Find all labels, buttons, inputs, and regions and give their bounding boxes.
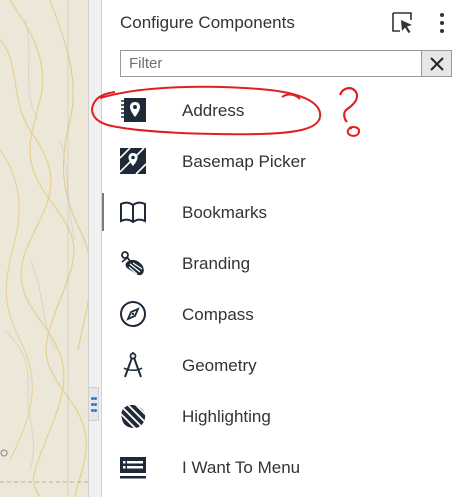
address-icon <box>121 98 146 122</box>
components-list: Address Basemap Picker Bookmarks Brandin… <box>102 85 454 493</box>
configure-components-panel: Configure Components Add <box>102 0 454 497</box>
component-label: Bookmarks <box>182 203 268 222</box>
select-cursor-button[interactable] <box>390 10 416 36</box>
branding-icon <box>121 251 144 276</box>
component-label: I Want To Menu <box>182 458 301 477</box>
component-label: Geometry <box>182 356 257 375</box>
highlighting-icon <box>121 405 146 428</box>
filter-input[interactable] <box>121 51 421 76</box>
component-item-compass[interactable]: Compass <box>102 289 454 340</box>
map-view[interactable] <box>0 0 88 497</box>
component-item-bookmarks[interactable]: Bookmarks <box>102 187 454 238</box>
panel-title: Configure Components <box>120 13 295 32</box>
panel-divider <box>88 0 102 497</box>
basemap-icon <box>119 147 147 175</box>
close-icon <box>430 57 444 71</box>
component-label: Basemap Picker <box>182 152 306 171</box>
component-item-highlighting[interactable]: Highlighting <box>102 391 454 442</box>
component-label: Branding <box>182 254 251 273</box>
component-item-i-want-to-menu[interactable]: I Want To Menu <box>102 442 454 493</box>
component-item-address[interactable]: Address <box>102 85 454 136</box>
component-label: Address <box>182 101 245 120</box>
component-item-basemap-picker[interactable]: Basemap Picker <box>102 136 454 187</box>
more-vertical-icon <box>440 13 444 17</box>
select-cursor-icon <box>392 12 412 33</box>
clear-filter-button[interactable] <box>422 50 452 77</box>
component-label: Highlighting <box>182 407 271 426</box>
component-item-geometry[interactable]: Geometry <box>102 340 454 391</box>
map-terrain <box>0 0 88 497</box>
component-item-branding[interactable]: Branding <box>102 238 454 289</box>
compass-icon <box>120 301 146 327</box>
panel-header: Configure Components <box>102 0 454 46</box>
more-options-button[interactable] <box>432 10 452 36</box>
component-label: Compass <box>182 305 254 324</box>
geometry-icon <box>123 352 143 378</box>
menu-icon <box>120 457 146 479</box>
bookmark-icon <box>120 201 146 224</box>
resize-grip[interactable] <box>88 387 99 421</box>
filter-field[interactable] <box>120 50 422 77</box>
